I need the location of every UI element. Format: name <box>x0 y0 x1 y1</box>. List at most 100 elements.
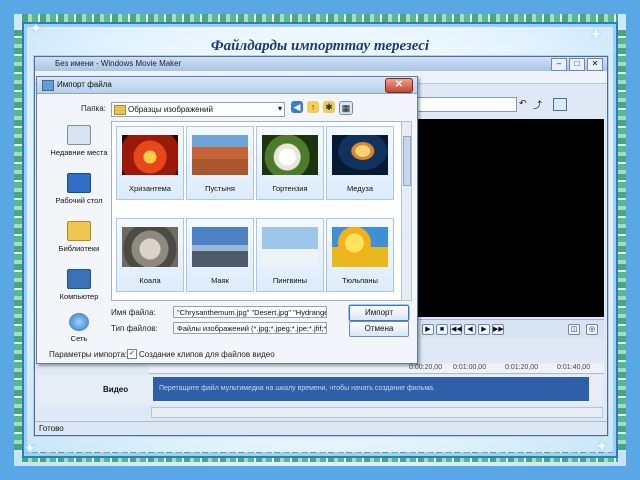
snapshot-icon[interactable]: ◎ <box>586 324 598 335</box>
maximize-button[interactable]: □ <box>569 58 585 71</box>
penguins-thumbnail <box>262 227 318 267</box>
tulips-thumbnail <box>332 227 388 267</box>
timeline-ruler[interactable]: 0:00:20,00 0:01:00,00 0:01:20,00 0:01:40… <box>149 363 604 374</box>
movie-maker-toolbar: ↶ ⤴ <box>415 97 603 112</box>
place-label: Рабочий стол <box>55 196 103 205</box>
file-list-scrollbar[interactable] <box>401 121 412 301</box>
place-desktop[interactable]: Рабочий стол <box>47 173 111 205</box>
place-label: Недавние места <box>50 148 108 157</box>
status-text: Готово <box>39 424 64 433</box>
minimize-button[interactable]: – <box>551 58 567 71</box>
places-bar: Недавние места Рабочий стол Библиотеки К… <box>47 121 111 343</box>
file-tile[interactable]: Гортензия <box>256 126 324 200</box>
file-tile[interactable]: Медуза <box>326 126 394 200</box>
sparkle-icon: ✦ <box>596 438 608 454</box>
folder-label: Папка: <box>81 104 106 113</box>
movie-maker-title: Без имени - Windows Movie Maker <box>55 59 182 68</box>
place-label: Компьютер <box>59 292 99 301</box>
dialog-titlebar: Импорт файла ✕ <box>37 77 417 94</box>
file-name: Гортензия <box>272 184 308 193</box>
video-track-label: Видео <box>103 385 129 394</box>
desktop-icon <box>67 173 91 193</box>
lighthouse-thumbnail <box>192 227 248 267</box>
timeline-mark: 0:01:40,00 <box>557 364 591 371</box>
file-name: Медуза <box>346 184 374 193</box>
file-name: Тюльпаны <box>342 276 378 285</box>
file-tile[interactable]: Коала <box>116 218 184 292</box>
place-network[interactable]: Сеть <box>47 313 111 343</box>
hydrangeas-thumbnail <box>262 135 318 175</box>
slide-title: Файлдарды импорттау терезесі <box>210 38 430 54</box>
file-list: Хризантема Пустыня Гортензия Медуза Коал… <box>111 121 403 301</box>
file-tile[interactable]: Тюльпаны <box>326 218 394 292</box>
chevron-down-icon: ▾ <box>277 104 282 113</box>
timeline-scrollbar[interactable] <box>151 407 603 418</box>
computer-icon <box>67 269 91 289</box>
preview-monitor <box>418 119 604 317</box>
file-name: Хризантема <box>129 184 171 193</box>
jellyfish-thumbnail <box>332 135 388 175</box>
playback-controls: ▶ ■ ◀◀ ◀ ▶ ▶▶ ◫ ◎ <box>418 319 604 338</box>
collections-combo[interactable] <box>415 97 517 112</box>
import-button[interactable]: Импорт <box>349 305 409 321</box>
rewind-icon[interactable]: ◀◀ <box>450 324 462 335</box>
play-icon[interactable]: ▶ <box>422 324 434 335</box>
undo-icon[interactable]: ↶ <box>519 98 530 109</box>
sparkle-icon: ✦ <box>30 20 42 36</box>
filename-field[interactable]: "Chrysanthemum.jpg" "Desert.jpg" "Hydran… <box>173 306 327 318</box>
filetype-label: Тип файлов: <box>111 324 158 333</box>
track-hint: Перетащите файл мультимедиа на шкалу вре… <box>159 385 436 392</box>
previous-frame-icon[interactable]: ◀ <box>464 324 476 335</box>
file-tile[interactable]: Маяк <box>186 218 254 292</box>
sparkle-icon: ✦ <box>24 440 36 456</box>
folder-value: Образцы изображений <box>128 105 213 114</box>
window-close-button[interactable]: ✕ <box>587 58 603 71</box>
recent-places-icon <box>67 125 91 145</box>
place-computer[interactable]: Компьютер <box>47 269 111 301</box>
file-tile[interactable]: Хризантема <box>116 126 184 200</box>
file-name: Пингвины <box>272 276 308 285</box>
status-bar: Готово <box>35 421 607 435</box>
place-recent[interactable]: Недавние места <box>47 125 111 157</box>
forward-icon[interactable]: ▶▶ <box>492 324 504 335</box>
dialog-close-button[interactable]: ✕ <box>385 78 413 93</box>
folder-combo[interactable]: Образцы изображений ▾ <box>111 102 285 117</box>
file-name: Пустыня <box>205 184 235 193</box>
file-name: Коала <box>139 276 161 285</box>
back-icon[interactable]: ◀ <box>291 101 303 113</box>
create-clips-checkbox[interactable]: ✓ <box>127 349 137 359</box>
folder-up-icon[interactable]: ⤴ <box>533 98 544 110</box>
scrollbar-thumb[interactable] <box>403 136 411 186</box>
views-icon[interactable] <box>553 98 567 111</box>
up-folder-icon[interactable]: ↑ <box>307 101 319 113</box>
place-label: Библиотеки <box>58 244 100 253</box>
folder-nav-buttons: ◀ ↑ ✱ ▦ <box>291 101 353 115</box>
network-icon <box>69 313 89 331</box>
file-name: Маяк <box>211 276 229 285</box>
new-folder-icon[interactable]: ✱ <box>323 101 335 113</box>
timeline-mark: 0:01:20,00 <box>505 364 539 371</box>
stop-icon[interactable]: ■ <box>436 324 448 335</box>
koala-thumbnail <box>122 227 178 267</box>
chrysanthemum-thumbnail <box>122 135 178 175</box>
create-clips-label: Создание клипов для файлов видео <box>139 350 275 359</box>
dialog-title: Импорт файла <box>57 80 112 89</box>
place-label: Сеть <box>70 334 88 343</box>
timeline-mark: 0:01:00,00 <box>453 364 487 371</box>
video-track: Видео Перетащите файл мультимедиа на шка… <box>37 375 603 405</box>
place-libraries[interactable]: Библиотеки <box>47 221 111 253</box>
file-tile[interactable]: Пустыня <box>186 126 254 200</box>
fullscreen-icon[interactable]: ◫ <box>568 324 580 335</box>
next-frame-icon[interactable]: ▶ <box>478 324 490 335</box>
movie-maker-titlebar: Без имени - Windows Movie Maker – □ ✕ <box>35 57 607 71</box>
movie-maker-app-icon <box>42 80 54 91</box>
filetype-select[interactable]: Файлы изображений (*.jpg;*.jpeg;*.jpe;*.… <box>173 322 327 334</box>
cancel-button[interactable]: Отмена <box>349 321 409 337</box>
filename-label: Имя файла: <box>111 308 156 317</box>
view-menu-icon[interactable]: ▦ <box>339 101 353 115</box>
file-tile[interactable]: Пингвины <box>256 218 324 292</box>
libraries-icon <box>67 221 91 241</box>
folder-icon <box>114 105 126 115</box>
video-track-area[interactable]: Перетащите файл мультимедиа на шкалу вре… <box>153 377 589 401</box>
timeline-mark: 0:00:20,00 <box>409 364 443 371</box>
